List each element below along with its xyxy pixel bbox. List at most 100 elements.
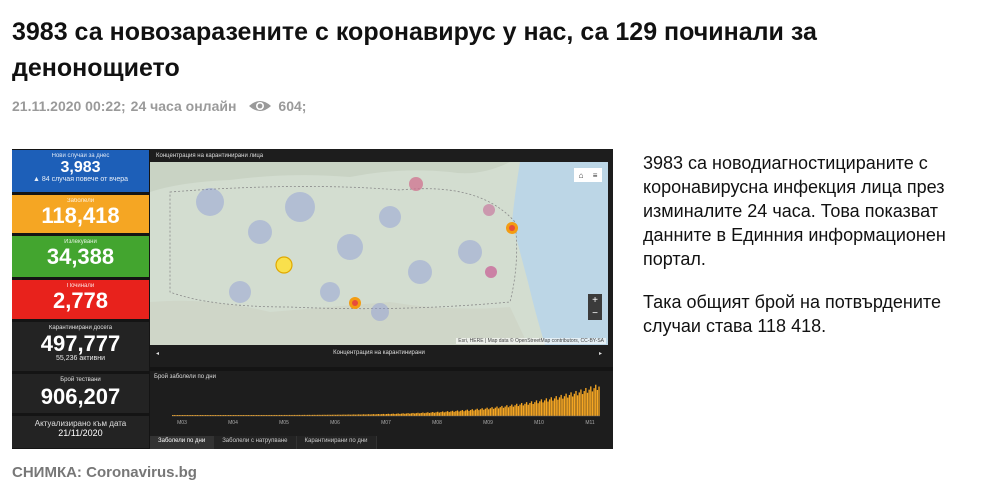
daily-bar xyxy=(596,389,599,416)
daily-bar xyxy=(547,401,549,416)
tab-daily-cases[interactable]: Заболели по дни xyxy=(150,436,215,449)
daily-bar xyxy=(394,414,396,416)
daily-bar xyxy=(455,411,457,416)
daily-bar xyxy=(562,398,564,416)
paragraph-2: Така общият брой на потвърдените случаи … xyxy=(643,292,941,336)
daily-bar xyxy=(598,386,600,416)
daily-bar xyxy=(410,413,413,416)
daily-bar xyxy=(535,400,538,416)
daily-bar xyxy=(576,395,579,416)
stat-tested: Брой тествани 906,207 xyxy=(12,374,149,413)
paragraph-1: 3983 са новодиагностицираните с коронави… xyxy=(643,153,946,269)
map-footer-label: Концентрация на карантинирани xyxy=(333,350,425,356)
article-headline: 3983 са новозаразените с коронавирус у н… xyxy=(12,18,817,82)
zoom-controls[interactable]: + − xyxy=(588,294,602,320)
daily-bar xyxy=(489,408,492,416)
stat-deaths: Починали 2,778 xyxy=(12,280,149,319)
tab-cumulative-cases[interactable]: Заболели с натрупване xyxy=(214,436,297,449)
daily-cases-panel: Брой заболели по дни M03 M04 M05 M06 M07 M08 M… xyxy=(150,371,613,449)
daily-bar xyxy=(552,400,554,416)
daily-bar xyxy=(491,407,493,416)
daily-bar xyxy=(390,413,393,416)
daily-bar xyxy=(580,389,582,416)
layers-icon[interactable]: ≡ xyxy=(593,171,598,180)
daily-bar xyxy=(386,414,388,416)
daily-bar xyxy=(402,413,404,416)
daily-bar xyxy=(565,393,567,416)
daily-bar xyxy=(530,401,533,416)
chevron-left-icon[interactable]: ◂ xyxy=(156,350,159,357)
daily-bar xyxy=(458,411,460,416)
daily-bar xyxy=(506,405,508,416)
map-toolbar[interactable]: ⌂ ≡ xyxy=(574,168,602,182)
caption-label: СНИМКА: xyxy=(12,464,82,481)
daily-bar xyxy=(532,403,534,416)
daily-bar xyxy=(519,404,521,416)
daily-bar xyxy=(497,408,500,416)
daily-bar xyxy=(372,414,375,416)
month-label: M04 xyxy=(228,420,238,426)
quarantine-map[interactable]: ⌂ ≡ + − Esri, HERE | Map data © OpenStre… xyxy=(150,162,608,345)
zoom-in-icon[interactable]: + xyxy=(592,294,598,307)
daily-bar xyxy=(397,413,399,416)
daily-bar xyxy=(468,410,470,416)
daily-bar xyxy=(413,413,416,416)
daily-bar xyxy=(399,413,401,416)
article-image[interactable]: Нови случаи за днес 3,983 ▲ 84 случая по… xyxy=(12,149,613,449)
daily-bar xyxy=(427,412,429,416)
daily-bar xyxy=(404,413,406,416)
stat-quarantined: Карантинирани досега 497,777 55,236 акти… xyxy=(12,321,149,372)
daily-bar xyxy=(516,403,518,416)
zoom-out-icon[interactable]: − xyxy=(592,307,598,320)
daily-bar xyxy=(423,413,426,416)
daily-bar xyxy=(446,411,449,416)
daily-bar xyxy=(461,410,464,416)
daily-bar xyxy=(469,410,472,416)
chart-tabs[interactable]: Заболели по дни Заболели с натрупване Ка… xyxy=(150,436,377,449)
daily-bar xyxy=(493,408,495,416)
map-attribution: Esri, HERE | Map data © OpenStreetMap co… xyxy=(456,338,606,344)
month-label: M07 xyxy=(381,420,391,426)
home-icon[interactable]: ⌂ xyxy=(579,171,584,180)
daily-bar xyxy=(463,411,465,416)
month-label: M08 xyxy=(432,420,442,426)
daily-bar xyxy=(450,411,452,416)
daily-bar xyxy=(557,399,559,416)
daily-bar xyxy=(418,413,421,416)
daily-bar xyxy=(481,408,483,416)
daily-bar xyxy=(387,413,389,416)
stat-recovered: Излекувани 34,388 xyxy=(12,236,149,278)
daily-bar xyxy=(575,390,577,416)
chevron-right-icon[interactable]: ▸ xyxy=(599,350,602,357)
daily-bar xyxy=(588,389,590,416)
daily-bar xyxy=(550,397,552,416)
stat-updated: Актуализирано към дата 21/11/2020 xyxy=(12,416,149,448)
tab-daily-quarantined[interactable]: Карантинирани по дни xyxy=(296,436,377,449)
daily-bar xyxy=(578,392,580,416)
daily-bar xyxy=(534,402,536,416)
daily-bar xyxy=(520,402,523,416)
daily-bar xyxy=(568,394,571,416)
caption-source[interactable]: Coronavirus.bg xyxy=(86,464,197,481)
daily-bar xyxy=(381,414,383,416)
map-footer: ◂ Концентрация на карантинирани ▸ xyxy=(150,346,608,360)
month-label: M06 xyxy=(330,420,340,426)
daily-bar xyxy=(407,413,409,416)
daily-bar xyxy=(570,392,572,416)
daily-bar xyxy=(502,407,505,416)
daily-bar xyxy=(590,386,592,416)
daily-bar xyxy=(514,405,516,416)
daily-bar xyxy=(595,384,597,416)
daily-bar xyxy=(540,399,543,416)
daily-bar xyxy=(471,409,473,416)
daily-bar xyxy=(474,409,477,416)
daily-bar xyxy=(473,410,475,416)
daily-bar xyxy=(537,403,539,416)
daily-bar xyxy=(572,396,574,416)
article-source[interactable]: 24 часа онлайн xyxy=(131,98,237,114)
view-count: 604; xyxy=(278,98,307,114)
daily-bar xyxy=(524,403,526,416)
map-graphic xyxy=(150,162,608,345)
chart-title: Брой заболели по дни xyxy=(154,374,216,380)
daily-bar xyxy=(430,412,432,416)
